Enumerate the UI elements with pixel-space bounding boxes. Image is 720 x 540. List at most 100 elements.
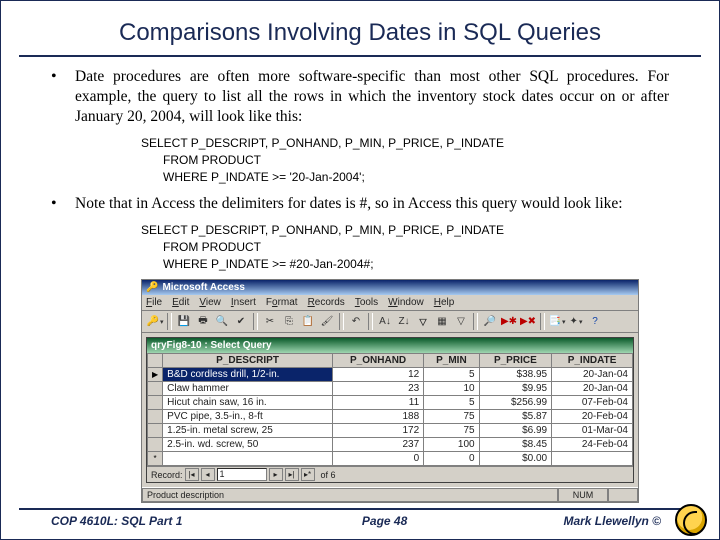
cell[interactable]: 100: [424, 438, 479, 452]
cell[interactable]: 24-Feb-04: [552, 438, 633, 452]
save-button[interactable]: 💾: [175, 313, 193, 330]
cell[interactable]: 12: [332, 368, 423, 382]
cell[interactable]: $6.99: [479, 424, 552, 438]
col-price[interactable]: P_PRICE: [479, 354, 552, 368]
row-selector[interactable]: [148, 424, 163, 438]
row-selector[interactable]: [148, 396, 163, 410]
nav-last-button[interactable]: ▸|: [285, 468, 299, 481]
undo-button[interactable]: ↶: [347, 313, 365, 330]
find-button[interactable]: 🔎: [481, 313, 499, 330]
bullet-item: • Date procedures are often more softwar…: [51, 67, 669, 127]
separator: [167, 313, 172, 330]
nav-record-input[interactable]: 1: [217, 468, 267, 481]
cut-button[interactable]: ✂: [261, 313, 279, 330]
cell[interactable]: PVC pipe, 3.5-in., 8-ft: [163, 410, 333, 424]
nav-next-button[interactable]: ▸: [269, 468, 283, 481]
new-object-button[interactable]: ✦: [567, 313, 585, 330]
cell[interactable]: 01-Mar-04: [552, 424, 633, 438]
spelling-button[interactable]: ✔: [232, 313, 250, 330]
col-onhand[interactable]: P_ONHAND: [332, 354, 423, 368]
cell[interactable]: $38.95: [479, 368, 552, 382]
row-selector[interactable]: [148, 382, 163, 396]
filter-selection-button[interactable]: 🜄: [414, 313, 432, 330]
paste-button[interactable]: 📋: [299, 313, 317, 330]
cell[interactable]: [163, 452, 333, 466]
row-selector-new[interactable]: *: [148, 452, 163, 466]
preview-button[interactable]: 🔍: [213, 313, 231, 330]
cell[interactable]: 07-Feb-04: [552, 396, 633, 410]
copy-button[interactable]: ⎘: [280, 313, 298, 330]
menu-view[interactable]: View: [199, 297, 221, 308]
row-selector[interactable]: [148, 368, 163, 382]
menu-window[interactable]: Window: [388, 297, 424, 308]
cell[interactable]: 5: [424, 396, 479, 410]
bullet-dot: •: [51, 194, 61, 214]
cell[interactable]: 5: [424, 368, 479, 382]
cell[interactable]: 237: [332, 438, 423, 452]
view-button[interactable]: 🔑: [146, 313, 164, 330]
cell[interactable]: 10: [424, 382, 479, 396]
cell[interactable]: 20-Jan-04: [552, 382, 633, 396]
new-record-button[interactable]: ▶✱: [500, 313, 518, 330]
sort-asc-button[interactable]: A↓: [376, 313, 394, 330]
col-descript[interactable]: P_DESCRIPT: [163, 354, 333, 368]
cell[interactable]: Claw hammer: [163, 382, 333, 396]
slide-body: • Date procedures are often more softwar…: [51, 67, 669, 503]
cell[interactable]: 0: [332, 452, 423, 466]
col-min[interactable]: P_MIN: [424, 354, 479, 368]
bullet-text: Note that in Access the delimiters for d…: [75, 194, 623, 214]
cell[interactable]: $8.45: [479, 438, 552, 452]
col-indate[interactable]: P_INDATE: [552, 354, 633, 368]
table-row[interactable]: Claw hammer 23 10 $9.95 20-Jan-04: [148, 382, 633, 396]
table-row-new[interactable]: * 0 0 $0.00: [148, 452, 633, 466]
slide: Comparisons Involving Dates in SQL Queri…: [0, 0, 720, 540]
format-painter-button[interactable]: 🖌: [318, 313, 336, 330]
cell[interactable]: 2.5-in. wd. screw, 50: [163, 438, 333, 452]
cell[interactable]: 172: [332, 424, 423, 438]
cell[interactable]: $5.87: [479, 410, 552, 424]
cell[interactable]: 11: [332, 396, 423, 410]
cell[interactable]: 75: [424, 410, 479, 424]
sort-desc-button[interactable]: Z↓: [395, 313, 413, 330]
cell[interactable]: [552, 452, 633, 466]
table-row[interactable]: Hicut chain saw, 16 in. 11 5 $256.99 07-…: [148, 396, 633, 410]
cell[interactable]: $256.99: [479, 396, 552, 410]
table-row[interactable]: B&D cordless drill, 1/2-in. 12 5 $38.95 …: [148, 368, 633, 382]
cell[interactable]: 20-Jan-04: [552, 368, 633, 382]
cell[interactable]: 75: [424, 424, 479, 438]
menu-insert[interactable]: Insert: [231, 297, 256, 308]
nav-new-button[interactable]: ▸*: [301, 468, 315, 481]
menu-edit[interactable]: Edit: [172, 297, 189, 308]
row-selector[interactable]: [148, 438, 163, 452]
cell[interactable]: 1.25-in. metal screw, 25: [163, 424, 333, 438]
print-button[interactable]: 🖶: [194, 313, 212, 330]
menu-records[interactable]: Records: [308, 297, 345, 308]
menu-format[interactable]: Format: [266, 297, 298, 308]
table-row[interactable]: PVC pipe, 3.5-in., 8-ft 188 75 $5.87 20-…: [148, 410, 633, 424]
cell[interactable]: B&D cordless drill, 1/2-in.: [163, 368, 333, 382]
cell[interactable]: $0.00: [479, 452, 552, 466]
row-selector[interactable]: [148, 410, 163, 424]
cell[interactable]: 20-Feb-04: [552, 410, 633, 424]
cell[interactable]: Hicut chain saw, 16 in.: [163, 396, 333, 410]
title-rule: [19, 55, 701, 57]
help-button[interactable]: ?: [586, 313, 604, 330]
ucf-logo: [675, 504, 707, 536]
nav-first-button[interactable]: |◂: [185, 468, 199, 481]
menu-help[interactable]: Help: [434, 297, 455, 308]
apply-filter-button[interactable]: ▽: [452, 313, 470, 330]
query-titlebar: qryFig8-10 : Select Query: [147, 338, 633, 353]
table-row[interactable]: 1.25-in. metal screw, 25 172 75 $6.99 01…: [148, 424, 633, 438]
table-row[interactable]: 2.5-in. wd. screw, 50 237 100 $8.45 24-F…: [148, 438, 633, 452]
cell[interactable]: 0: [424, 452, 479, 466]
record-navigator: Record: |◂ ◂ 1 ▸ ▸| ▸* of 6: [147, 466, 633, 482]
filter-form-button[interactable]: ▦: [433, 313, 451, 330]
cell[interactable]: $9.95: [479, 382, 552, 396]
menu-file[interactable]: File: [146, 297, 162, 308]
cell[interactable]: 23: [332, 382, 423, 396]
delete-record-button[interactable]: ▶✖: [519, 313, 537, 330]
cell[interactable]: 188: [332, 410, 423, 424]
database-window-button[interactable]: 📑: [548, 313, 566, 330]
nav-prev-button[interactable]: ◂: [201, 468, 215, 481]
menu-tools[interactable]: Tools: [355, 297, 378, 308]
